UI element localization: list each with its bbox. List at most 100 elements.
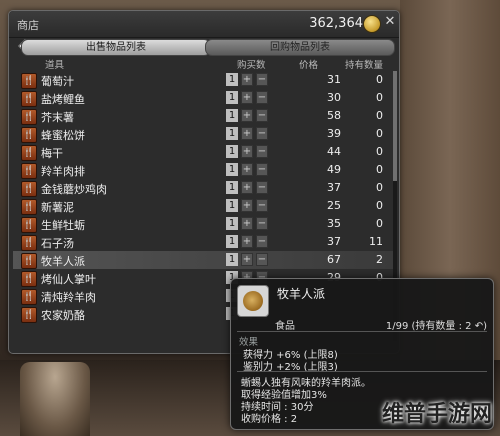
scrollbar-thumb[interactable] <box>393 71 397 181</box>
item-name: 石子汤 <box>41 237 74 250</box>
tab-sell-list[interactable]: 出售物品列表 <box>21 39 211 56</box>
decrease-quantity-button[interactable]: − <box>256 91 268 104</box>
header-item: 道具 <box>45 60 65 71</box>
food-icon: 🍴 <box>21 199 37 215</box>
increase-quantity-button[interactable]: + <box>241 217 253 230</box>
food-icon: 🍴 <box>21 289 37 305</box>
food-icon: 🍴 <box>21 127 37 143</box>
item-price: 39 <box>327 127 341 140</box>
item-price: 35 <box>327 217 341 230</box>
decrease-quantity-button[interactable]: − <box>256 253 268 266</box>
barrel-decoration <box>20 362 90 436</box>
item-price: 58 <box>327 109 341 122</box>
quantity-field[interactable]: 1 <box>226 145 238 158</box>
increase-quantity-button[interactable]: + <box>241 73 253 86</box>
item-name: 生鲜牡蛎 <box>41 219 85 232</box>
item-price: 31 <box>327 73 341 86</box>
header-buy-qty: 购买数 <box>237 60 266 71</box>
quantity-field[interactable]: 1 <box>226 235 238 248</box>
item-name: 葡萄汁 <box>41 75 74 88</box>
increase-quantity-button[interactable]: + <box>241 253 253 266</box>
item-owned-count: 0 <box>376 73 383 86</box>
decrease-quantity-button[interactable]: − <box>256 199 268 212</box>
food-icon: 🍴 <box>21 181 37 197</box>
decrease-quantity-button[interactable]: − <box>256 145 268 158</box>
quantity-field[interactable]: 1 <box>226 181 238 194</box>
increase-quantity-button[interactable]: + <box>241 109 253 122</box>
table-row[interactable]: 🍴 芥末薯 1 + − 58 0 <box>13 107 395 125</box>
close-icon[interactable]: ✕ <box>383 15 397 29</box>
quantity-field[interactable]: 1 <box>226 127 238 140</box>
increase-quantity-button[interactable]: + <box>241 91 253 104</box>
item-price: 37 <box>327 181 341 194</box>
table-row[interactable]: 🍴 蜂蜜松饼 1 + − 39 0 <box>13 125 395 143</box>
increase-quantity-button[interactable]: + <box>241 235 253 248</box>
food-icon: 🍴 <box>21 217 37 233</box>
table-row[interactable]: 🍴 新薯泥 1 + − 25 0 <box>13 197 395 215</box>
item-name: 芥末薯 <box>41 111 74 124</box>
table-row[interactable]: 🍴 牧羊人派 1 + − 67 2 <box>13 251 395 269</box>
increase-quantity-button[interactable]: + <box>241 127 253 140</box>
item-name: 牧羊人派 <box>41 255 85 268</box>
quantity-field[interactable]: 1 <box>226 253 238 266</box>
item-owned-count: 0 <box>376 181 383 194</box>
decrease-quantity-button[interactable]: − <box>256 217 268 230</box>
table-row[interactable]: 🍴 羚羊肉排 1 + − 49 0 <box>13 161 395 179</box>
food-icon: 🍴 <box>21 145 37 161</box>
header-owned: 持有数量 <box>345 60 384 71</box>
item-price: 37 <box>327 235 341 248</box>
item-owned-count: 0 <box>376 199 383 212</box>
gil-coin-icon <box>363 15 381 33</box>
item-price: 49 <box>327 163 341 176</box>
increase-quantity-button[interactable]: + <box>241 181 253 194</box>
quantity-field[interactable]: 1 <box>226 199 238 212</box>
item-owned-count: 0 <box>376 163 383 176</box>
item-name: 烤仙人掌叶 <box>41 273 96 286</box>
divider <box>237 331 487 332</box>
divider <box>237 371 487 372</box>
item-name: 农家奶酪 <box>41 309 85 322</box>
item-price: 67 <box>327 253 341 266</box>
decrease-quantity-button[interactable]: − <box>256 163 268 176</box>
item-price: 30 <box>327 91 341 104</box>
item-name: 金钱蘑炒鸡肉 <box>41 183 107 196</box>
food-icon: 🍴 <box>21 109 37 125</box>
quantity-field[interactable]: 1 <box>226 91 238 104</box>
header-price: 价格 <box>299 60 319 71</box>
food-icon: 🍴 <box>21 163 37 179</box>
quantity-field[interactable]: 1 <box>226 109 238 122</box>
decrease-quantity-button[interactable]: − <box>256 109 268 122</box>
item-name: 清炖羚羊肉 <box>41 291 96 304</box>
table-row[interactable]: 🍴 金钱蘑炒鸡肉 1 + − 37 0 <box>13 179 395 197</box>
item-owned-count: 0 <box>376 109 383 122</box>
item-name: 蜂蜜松饼 <box>41 129 85 142</box>
quantity-field[interactable]: 1 <box>226 73 238 86</box>
table-row[interactable]: 🍴 梅干 1 + − 44 0 <box>13 143 395 161</box>
gil-amount: 362,364 <box>309 16 363 31</box>
item-name: 梅干 <box>41 147 63 160</box>
table-row[interactable]: 🍴 生鲜牡蛎 1 + − 35 0 <box>13 215 395 233</box>
decrease-quantity-button[interactable]: − <box>256 181 268 194</box>
item-name: 新薯泥 <box>41 201 74 214</box>
quantity-field[interactable]: 1 <box>226 163 238 176</box>
quantity-field[interactable]: 1 <box>226 217 238 230</box>
table-row[interactable]: 🍴 葡萄汁 1 + − 31 0 <box>13 71 395 89</box>
tab-buyback-list[interactable]: 回购物品列表 <box>205 39 395 56</box>
item-owned-count: 0 <box>376 91 383 104</box>
decrease-quantity-button[interactable]: − <box>256 235 268 248</box>
tooltip-stack: 1/99 (持有数量 : 2 ↶) <box>386 317 487 332</box>
item-owned-count: 0 <box>376 127 383 140</box>
decrease-quantity-button[interactable]: − <box>256 127 268 140</box>
table-row[interactable]: 🍴 盐烤鲤鱼 1 + − 30 0 <box>13 89 395 107</box>
item-name: 羚羊肉排 <box>41 165 85 178</box>
increase-quantity-button[interactable]: + <box>241 145 253 158</box>
increase-quantity-button[interactable]: + <box>241 163 253 176</box>
food-icon: 🍴 <box>21 307 37 323</box>
food-icon: 🍴 <box>21 271 37 287</box>
increase-quantity-button[interactable]: + <box>241 199 253 212</box>
table-row[interactable]: 🍴 石子汤 1 + − 37 11 <box>13 233 395 251</box>
item-owned-count: 2 <box>376 253 383 266</box>
decrease-quantity-button[interactable]: − <box>256 73 268 86</box>
food-icon: 🍴 <box>21 73 37 89</box>
window-title: 商店 <box>17 19 39 32</box>
